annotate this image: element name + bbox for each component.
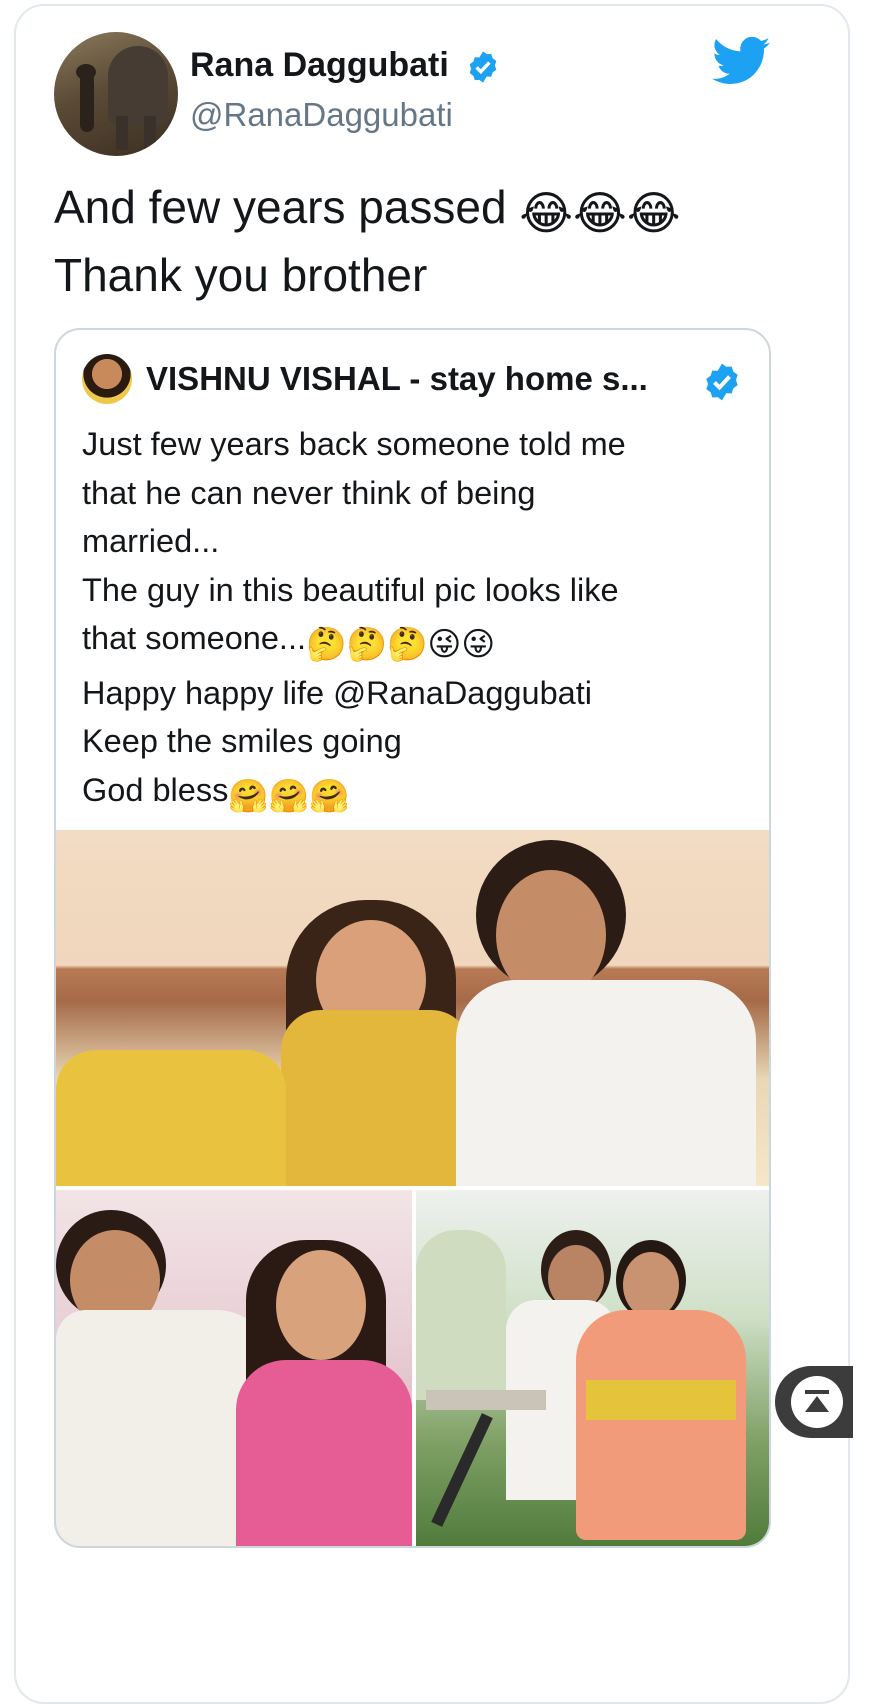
quoted-line: Just few years back someone told me [82, 426, 626, 462]
quoted-tweet[interactable]: VISHNU VISHAL - stay home s... Just few … [54, 328, 771, 1548]
verified-badge-icon [469, 51, 497, 83]
tears-of-joy-emoji: 😂😂😂 [519, 187, 681, 239]
tweet-text-line-2: Thank you brother [54, 249, 428, 301]
scroll-to-top-button[interactable] [775, 1366, 853, 1438]
photo-couple-garden[interactable] [416, 1190, 769, 1546]
thinking-winking-emoji: 🤔🤔🤔😜😜 [306, 626, 496, 662]
tweet-text: And few years passed 😂😂😂 Thank you broth… [54, 176, 681, 306]
author-name[interactable]: Rana Daggubati [190, 46, 449, 85]
verified-badge-icon [706, 363, 738, 401]
quoted-line: The guy in this beautiful pic looks like [82, 571, 619, 608]
quoted-line: Happy happy life @RanaDaggubati [82, 674, 592, 711]
twitter-bird-icon[interactable] [712, 36, 770, 86]
tweet-text-line-1: And few years passed [54, 181, 507, 233]
photo-couple-pink[interactable] [56, 1190, 412, 1546]
quoted-line: that he can never think of being [82, 474, 536, 511]
author-handle[interactable]: @RanaDaggubati [190, 96, 453, 134]
quoted-line: married... [82, 523, 220, 559]
quoted-line: Keep the smiles going [82, 723, 402, 759]
author-avatar[interactable] [54, 32, 178, 156]
hugging-emoji: 🤗🤗🤗 [228, 777, 350, 814]
quoted-tweet-text: Just few years back someone told me that… [82, 420, 626, 820]
photo-couple-haldi[interactable] [56, 830, 769, 1186]
scroll-to-top-icon [791, 1376, 843, 1428]
quoted-author-name[interactable]: VISHNU VISHAL - stay home s... [146, 360, 648, 398]
quoted-author-avatar[interactable] [82, 354, 132, 404]
quoted-line: that someone... [82, 620, 307, 656]
quoted-line: God bless [82, 771, 229, 808]
